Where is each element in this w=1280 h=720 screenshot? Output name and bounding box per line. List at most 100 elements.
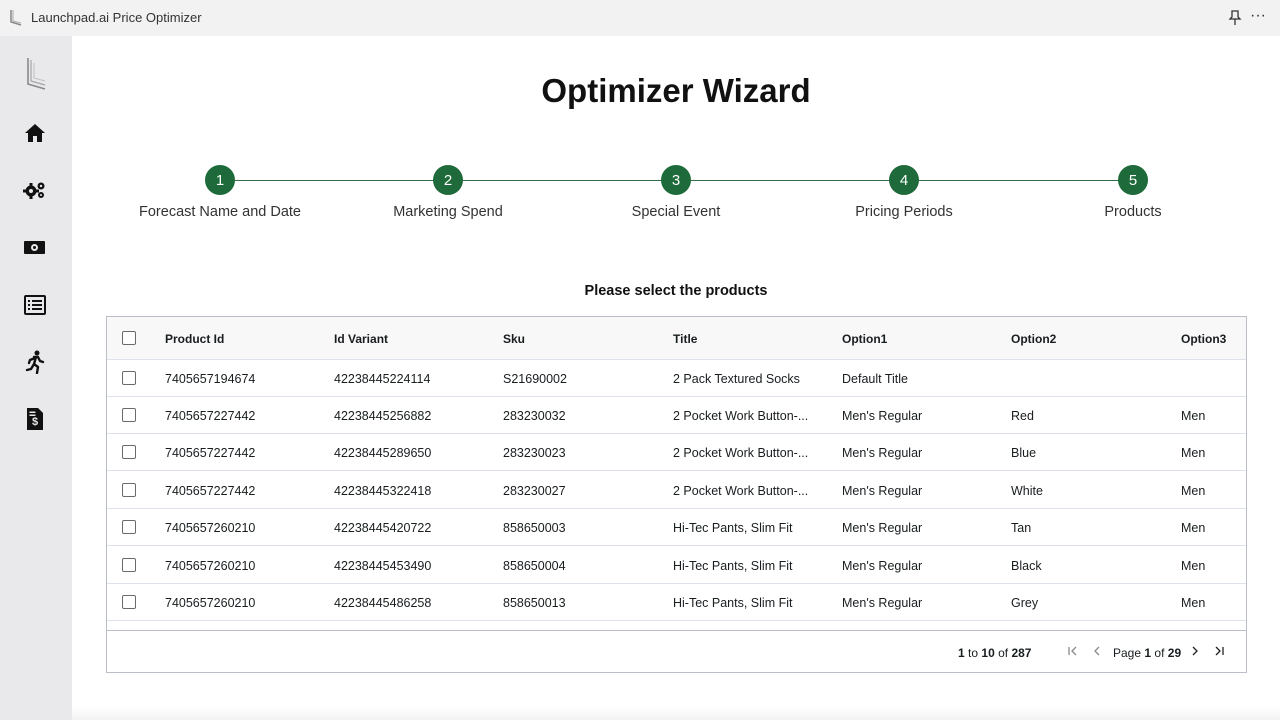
cell-product-id: 7405657260210 (165, 521, 256, 535)
cell-title: Hi-Tec Pants, Slim Fit (673, 596, 793, 610)
cell-option2: Black (1011, 559, 1042, 573)
products-heading: Please select the products (584, 283, 768, 299)
cell-option2: Blue (1011, 446, 1037, 460)
select-all-checkbox[interactable] (122, 331, 136, 345)
row-checkbox[interactable] (122, 371, 136, 385)
cell-id-variant: 42238445289650 (334, 446, 432, 460)
pagination-page: Page 1 of 29 (1113, 646, 1182, 660)
svg-text:$: $ (32, 416, 38, 428)
cell-product-id: 7405657194674 (165, 372, 256, 386)
cell-product-id: 7405657260210 (165, 559, 256, 573)
row-checkbox[interactable] (122, 595, 136, 609)
cell-title: 2 Pack Textured Socks (673, 372, 800, 386)
cell-title: 2 Pocket Work Button-... (673, 484, 809, 498)
column-header-sku[interactable]: Sku (503, 332, 525, 346)
launchpad-logo-icon (10, 10, 22, 26)
list-icon[interactable] (22, 292, 48, 318)
running-person-icon[interactable] (22, 349, 48, 375)
table-row[interactable]: 7405657227442 42238445322418 283230027 2… (107, 472, 1246, 509)
row-checkbox[interactable] (122, 408, 136, 422)
table-row[interactable]: 7405657194674 42238445224114 S21690002 2… (107, 360, 1246, 397)
row-checkbox[interactable] (122, 558, 136, 572)
cell-id-variant: 42238445420722 (334, 521, 432, 535)
step-1-label: Forecast Name and Date (139, 204, 301, 220)
cell-option3: Men (1181, 484, 1206, 498)
step-5-circle[interactable]: 5 (1118, 165, 1148, 195)
launchpad-logo-icon[interactable] (22, 56, 50, 92)
step-connector (463, 180, 662, 181)
step-connector (691, 180, 891, 181)
cell-title: Hi-Tec Pants, Slim Fit (673, 559, 793, 573)
cell-title: Hi-Tec Pants, Slim Fit (673, 521, 793, 535)
window-title: Launchpad.ai Price Optimizer (31, 10, 202, 25)
cell-title: 2 Pocket Work Button-... (673, 409, 809, 423)
gears-icon[interactable] (22, 177, 48, 203)
step-3-circle[interactable]: 3 (661, 165, 691, 195)
table-row[interactable]: 7405657260210 42238445420722 858650003 H… (107, 509, 1246, 546)
column-header-title[interactable]: Title (673, 332, 697, 346)
cell-sku: 283230032 (503, 409, 566, 423)
dollar-file-icon[interactable]: $ (22, 406, 48, 432)
table-header: Product Id Id Variant Sku Title Option1 … (107, 317, 1246, 360)
cell-product-id: 7405657227442 (165, 484, 256, 498)
cell-option3: Men (1181, 596, 1206, 610)
cell-product-id: 7405657227442 (165, 409, 256, 423)
next-page-icon[interactable] (1187, 643, 1203, 659)
step-1-circle[interactable]: 1 (205, 165, 235, 195)
cell-id-variant: 42238445322418 (334, 484, 432, 498)
products-table: Product Id Id Variant Sku Title Option1 … (106, 316, 1247, 673)
prev-page-icon[interactable] (1089, 643, 1105, 659)
step-2-circle[interactable]: 2 (433, 165, 463, 195)
cell-option1: Men's Regular (842, 559, 923, 573)
more-icon[interactable]: ··· (1250, 8, 1266, 24)
row-checkbox[interactable] (122, 483, 136, 497)
cell-option2: Grey (1011, 596, 1039, 610)
last-page-icon[interactable] (1211, 643, 1227, 659)
row-checkbox[interactable] (122, 445, 136, 459)
first-page-icon[interactable] (1065, 643, 1081, 659)
pin-icon[interactable] (1228, 10, 1242, 26)
cell-option2: Tan (1011, 521, 1032, 535)
step-2-label: Marketing Spend (393, 204, 503, 220)
cell-option1: Men's Regular (842, 521, 923, 535)
column-header-option2[interactable]: Option2 (1011, 332, 1056, 346)
bottom-edge (72, 706, 1280, 720)
cell-option3: Men (1181, 409, 1206, 423)
cell-option1: Men's Regular (842, 596, 923, 610)
table-row[interactable]: 7405657227442 42238445289650 283230023 2… (107, 434, 1246, 471)
cell-option1: Men's Regular (842, 409, 923, 423)
row-checkbox[interactable] (122, 520, 136, 534)
cell-title: 2 Pocket Work Button-... (673, 446, 809, 460)
step-connector (919, 180, 1119, 181)
step-4-label: Pricing Periods (855, 204, 953, 220)
pagination-bar: 1 to 10 of 287 Page 1 of 29 (107, 630, 1246, 672)
cell-option3: Men (1181, 559, 1206, 573)
cell-id-variant: 42238445486258 (334, 596, 432, 610)
cell-option1: Men's Regular (842, 484, 923, 498)
step-4-circle[interactable]: 4 (889, 165, 919, 195)
cell-option2: White (1011, 484, 1043, 498)
column-header-product-id[interactable]: Product Id (165, 332, 224, 346)
cell-sku: 858650004 (503, 559, 566, 573)
cell-id-variant: 42238445453490 (334, 559, 432, 573)
column-header-option3[interactable]: Option3 (1181, 332, 1226, 346)
cell-option3: Men (1181, 521, 1206, 535)
home-icon[interactable] (22, 120, 48, 146)
column-header-option1[interactable]: Option1 (842, 332, 887, 346)
column-header-id-variant[interactable]: Id Variant (334, 332, 388, 346)
money-icon[interactable] (22, 234, 48, 260)
table-row[interactable]: 7405657260210 42238445486258 858650013 H… (107, 584, 1246, 621)
cell-sku: S21690002 (503, 372, 567, 386)
cell-id-variant: 42238445224114 (334, 372, 431, 386)
sidebar: $ (0, 36, 72, 720)
cell-option3: Men (1181, 446, 1206, 460)
table-row[interactable]: 7405657260210 42238445453490 858650004 H… (107, 547, 1246, 584)
step-5-label: Products (1104, 204, 1162, 220)
pagination-summary: 1 to 10 of 287 (958, 646, 1032, 660)
table-row[interactable]: 7405657227442 42238445256882 283230032 2… (107, 397, 1246, 434)
cell-sku: 283230023 (503, 446, 566, 460)
cell-id-variant: 42238445256882 (334, 409, 432, 423)
cell-product-id: 7405657260210 (165, 596, 256, 610)
main-content: Optimizer Wizard 1 2 3 4 5 Forecast Name… (72, 36, 1280, 720)
step-3-label: Special Event (631, 204, 721, 220)
